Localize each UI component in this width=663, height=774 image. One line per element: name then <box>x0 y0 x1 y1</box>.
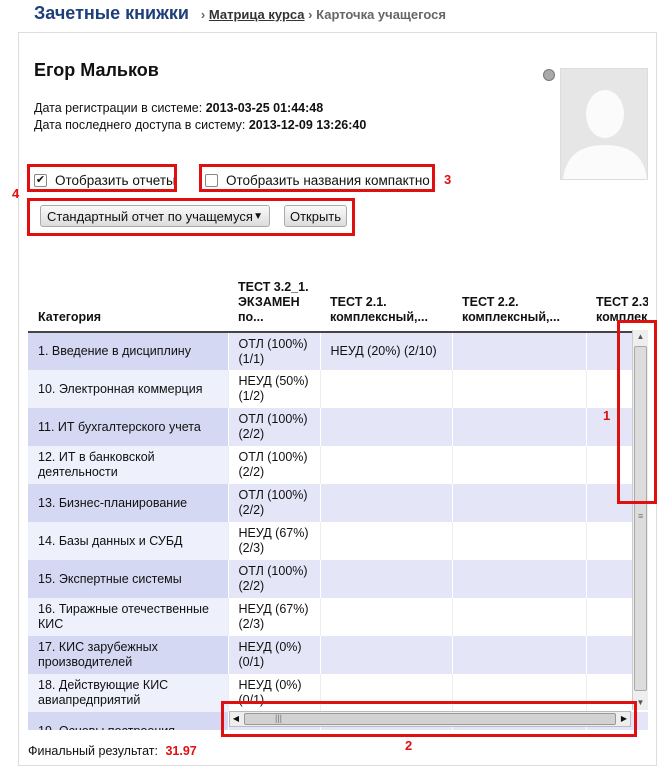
breadcrumb-current: Карточка учащегося <box>316 7 446 22</box>
registration-date: Дата регистрации в системе: 2013-03-25 0… <box>34 101 323 115</box>
table-row: 16. Тиражные отечественные КИС НЕУД (67%… <box>28 598 648 636</box>
breadcrumb-separator: › <box>308 7 313 22</box>
last-access-date: Дата последнего доступа в систему: 2013-… <box>34 118 366 132</box>
grade-cell <box>320 370 453 408</box>
grades-table-viewport: Категория ТЕСТ 3.2_1. ЭКЗАМЕН по... ТЕСТ… <box>28 256 648 730</box>
table-row: 10. Электронная коммерция НЕУД (50%) (1/… <box>28 370 648 408</box>
grade-cell: ОТЛ (100%) (2/2) <box>228 408 321 446</box>
grade-cell: НЕУД (0%) (0/1) <box>228 636 321 674</box>
category-cell: 16. Тиражные отечественные КИС <box>28 598 229 636</box>
grade-cell: ОТЛ (100%) (1/1) <box>228 332 321 370</box>
last-access-value: 2013-12-09 13:26:40 <box>248 118 367 132</box>
grade-cell <box>320 446 453 484</box>
grip-icon: ≡ <box>638 511 644 521</box>
last-access-label: Дата последнего доступа в систему: <box>34 118 246 132</box>
breadcrumb-separator: › <box>200 7 206 22</box>
annotation-number-2: 2 <box>405 738 413 753</box>
column-header-test[interactable]: ТЕСТ 2.2. комплексный,... <box>452 256 586 333</box>
grade-cell <box>320 560 453 598</box>
grade-cell <box>452 484 587 522</box>
column-header-test[interactable]: ТЕСТ 3.2_1. ЭКЗАМЕН по... <box>228 256 320 333</box>
category-cell: 10. Электронная коммерция <box>28 370 229 408</box>
category-cell: 12. ИТ в банковской деятельности <box>28 446 229 484</box>
registration-label: Дата регистрации в системе: <box>34 101 203 115</box>
grade-cell <box>452 332 587 370</box>
table-row: 1. Введение в дисциплину ОТЛ (100%) (1/1… <box>28 332 648 370</box>
grade-cell <box>320 598 453 636</box>
category-cell: 15. Экспертные системы <box>28 560 229 598</box>
category-cell: 17. КИС зарубежных производителей <box>28 636 229 674</box>
annotation-number-3: 3 <box>444 172 452 187</box>
grade-cell <box>452 560 587 598</box>
grade-cell <box>320 408 453 446</box>
grade-cell: НЕУД (50%) (1/2) <box>228 370 321 408</box>
avatar <box>560 68 648 180</box>
annotation-box-3 <box>199 164 435 192</box>
grade-cell <box>452 370 587 408</box>
status-indicator <box>543 69 555 81</box>
final-result-label: Финальный результат: <box>28 744 158 758</box>
category-cell: 11. ИТ бухгалтерского учета <box>28 408 229 446</box>
grade-cell: НЕУД (67%) (2/3) <box>228 522 321 560</box>
user-silhouette-icon <box>561 69 647 179</box>
category-cell: 14. Базы данных и СУБД <box>28 522 229 560</box>
column-header-category[interactable]: Категория <box>28 256 228 333</box>
breadcrumb-link-course-matrix[interactable]: Матрица курса <box>209 7 305 22</box>
breadcrumb: › Матрица курса › Карточка учащегося <box>201 7 446 22</box>
table-header-row: Категория ТЕСТ 3.2_1. ЭКЗАМЕН по... ТЕСТ… <box>28 256 648 333</box>
grade-cell: ОТЛ (100%) (2/2) <box>228 484 321 522</box>
final-result-value: 31.97 <box>165 744 197 758</box>
grade-cell <box>452 446 587 484</box>
table-row: 15. Экспертные системы ОТЛ (100%) (2/2) <box>28 560 648 598</box>
page-header: Зачетные книжки › Матрица курса › Карточ… <box>34 3 446 27</box>
grade-cell <box>452 598 587 636</box>
page-title: Зачетные книжки <box>34 3 189 23</box>
grade-cell <box>320 522 453 560</box>
annotation-box-1 <box>617 320 657 504</box>
category-cell: 13. Бизнес-планирование <box>28 484 229 522</box>
student-name: Егор Мальков <box>34 60 159 80</box>
grade-cell <box>320 636 453 674</box>
final-result: Финальный результат: 31.97 <box>28 744 197 758</box>
grade-cell <box>320 484 453 522</box>
table-row: 17. КИС зарубежных производителей НЕУД (… <box>28 636 648 674</box>
category-cell: 19. Основы построения <box>28 712 229 730</box>
column-header-test[interactable]: ТЕСТ 2.1. комплексный,... <box>320 256 452 333</box>
table-row: 11. ИТ бухгалтерского учета ОТЛ (100%) (… <box>28 408 648 446</box>
table-row: 13. Бизнес-планирование ОТЛ (100%) (2/2) <box>28 484 648 522</box>
grade-cell <box>452 408 587 446</box>
grade-cell <box>452 522 587 560</box>
grade-cell: НЕУД (67%) (2/3) <box>228 598 321 636</box>
table-row: 12. ИТ в банковской деятельности ОТЛ (10… <box>28 446 648 484</box>
category-cell: 18. Действующие КИС авиапредприятий <box>28 674 229 712</box>
annotation-box-controls <box>27 198 355 236</box>
grade-cell: ОТЛ (100%) (2/2) <box>228 446 321 484</box>
grades-table: Категория ТЕСТ 3.2_1. ЭКЗАМЕН по... ТЕСТ… <box>28 256 648 730</box>
annotation-number-1: 1 <box>603 408 611 423</box>
registration-value: 2013-03-25 01:44:48 <box>205 101 324 115</box>
grade-cell <box>452 636 587 674</box>
annotation-box-4 <box>27 164 177 192</box>
table-row: 14. Базы данных и СУБД НЕУД (67%) (2/3) <box>28 522 648 560</box>
grade-cell: ОТЛ (100%) (2/2) <box>228 560 321 598</box>
annotation-box-2 <box>221 701 637 737</box>
grade-cell: НЕУД (20%) (2/10) <box>320 332 453 370</box>
category-cell: 1. Введение в дисциплину <box>28 332 229 370</box>
annotation-number-4: 4 <box>12 186 20 201</box>
